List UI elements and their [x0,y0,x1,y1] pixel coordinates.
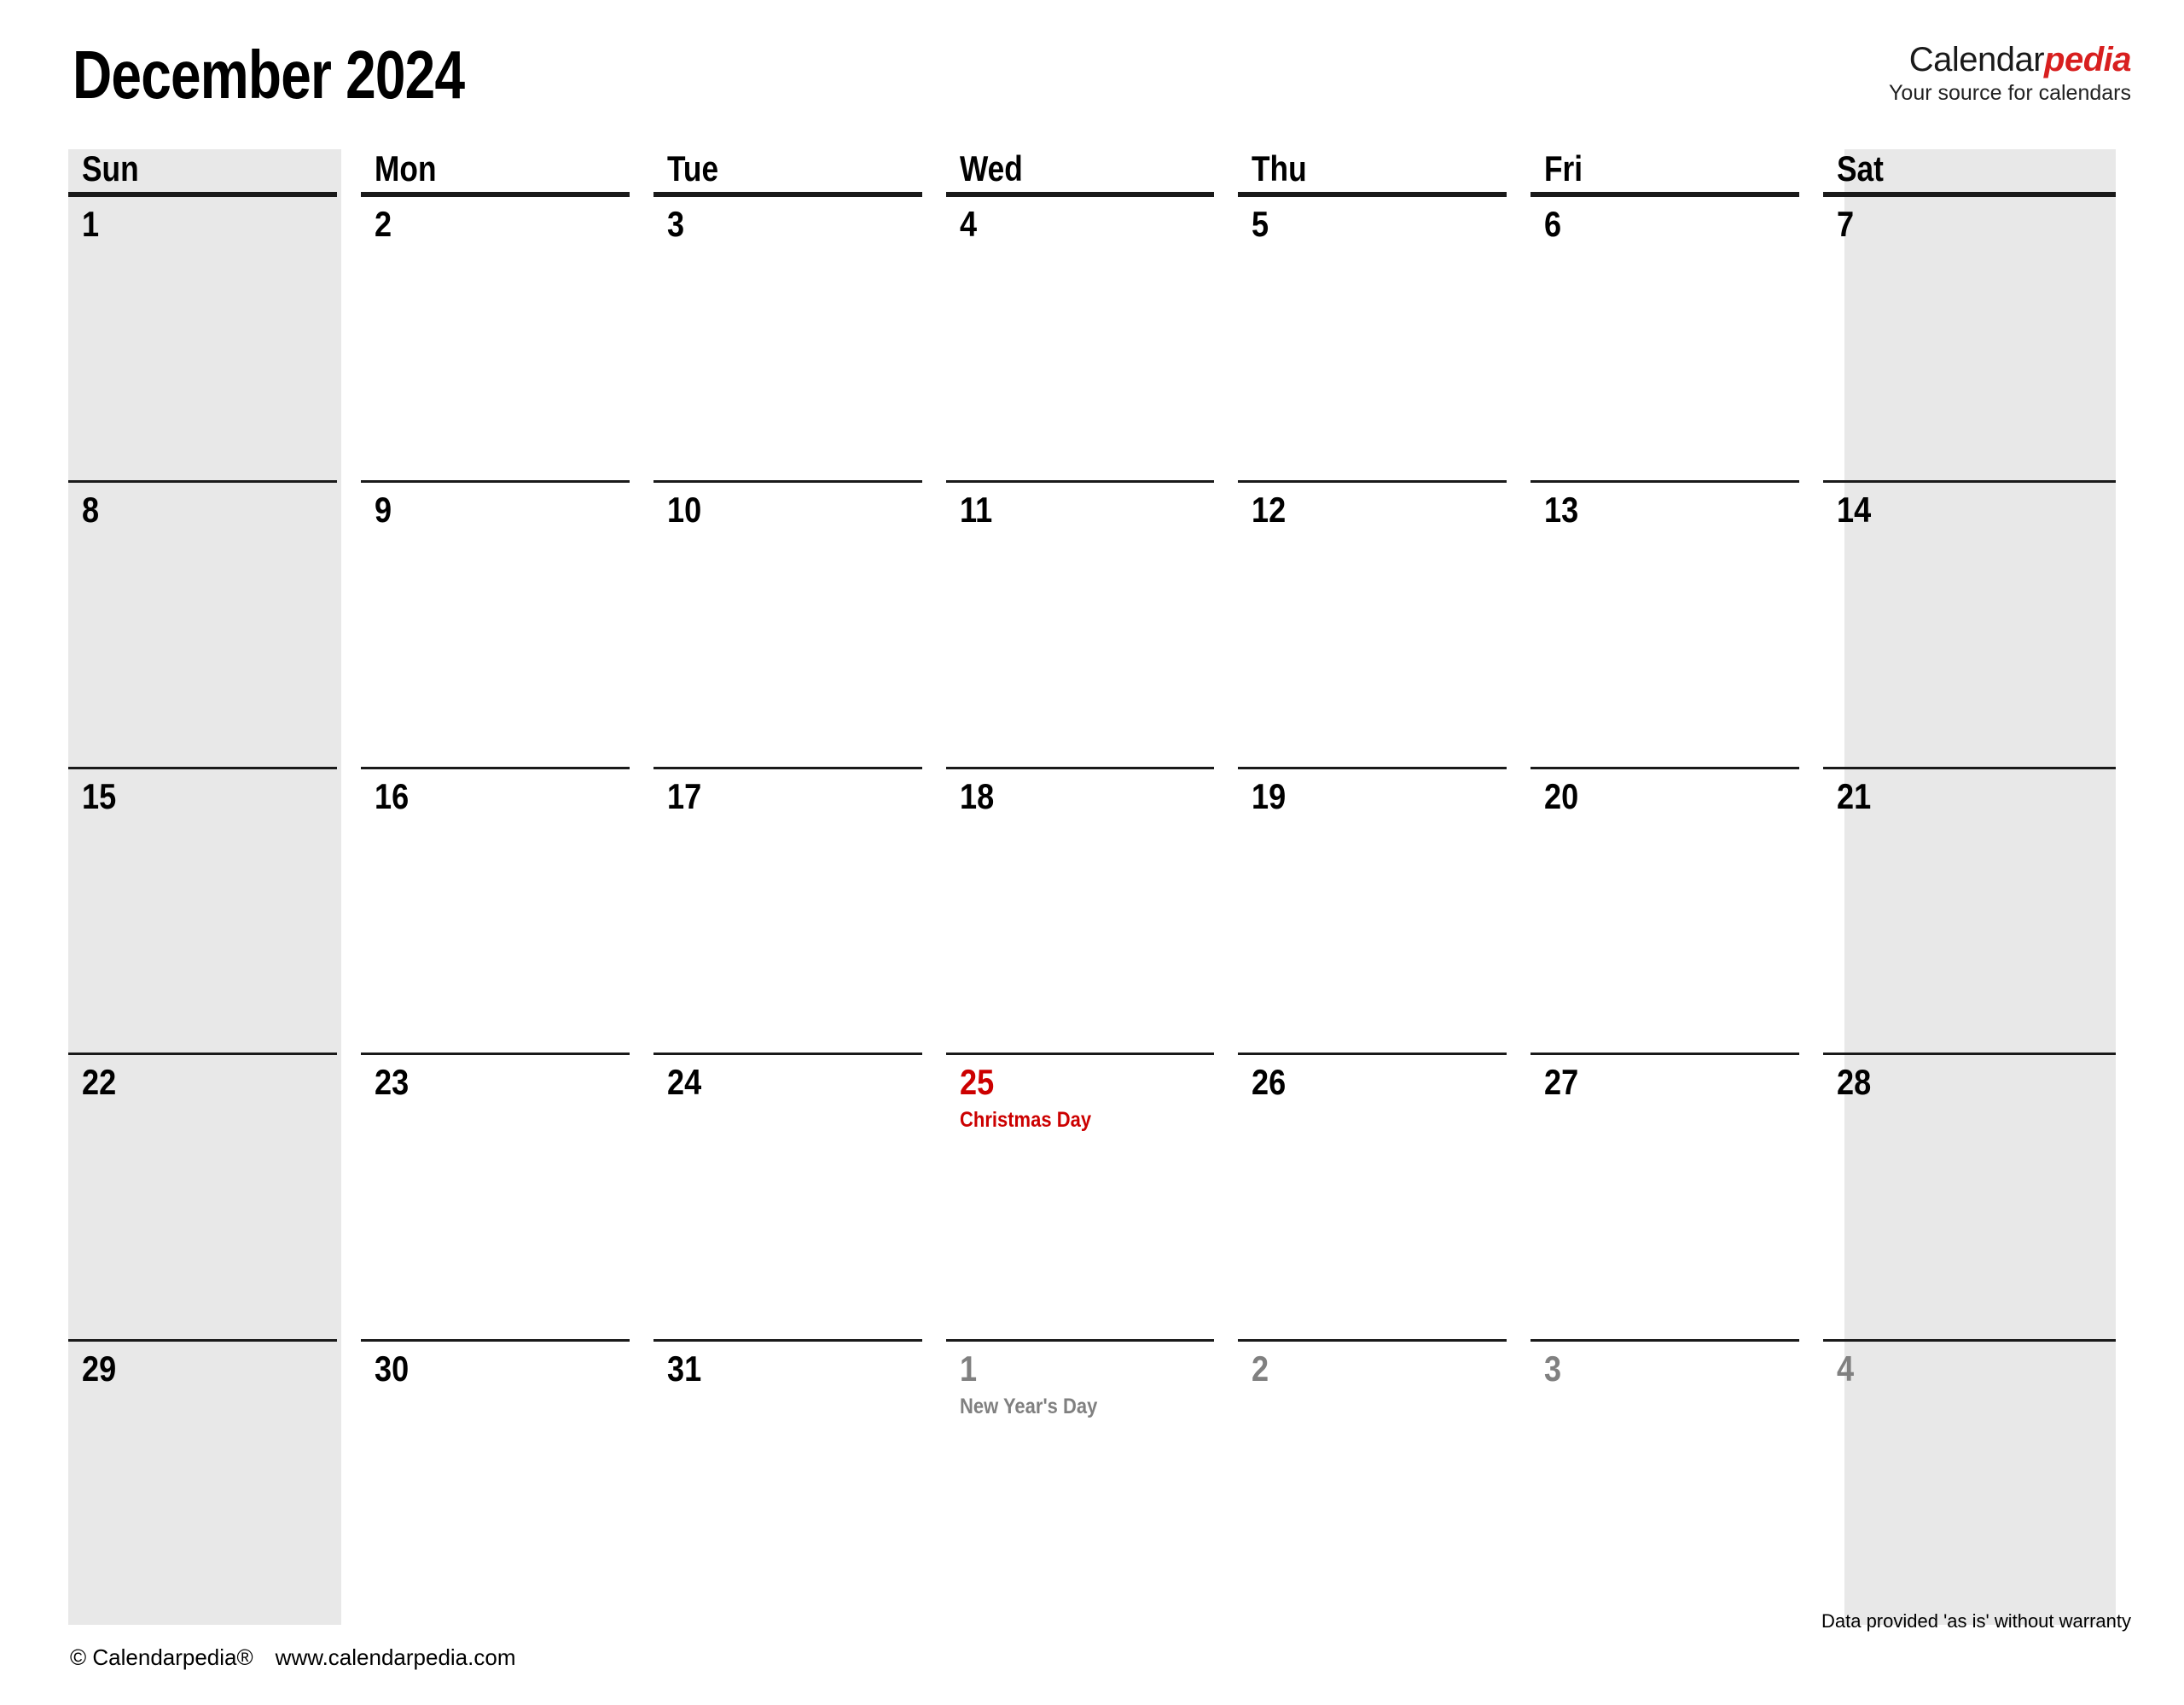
day-cell[interactable]: 10 [653,480,946,766]
day-cell[interactable]: 7 [1823,194,2116,480]
weekday-header-label: Mon [374,148,437,188]
day-cell[interactable]: 19 [1238,766,1531,1053]
day-number: 4 [1837,1348,1855,1389]
weekday-header-wed: Wed [945,148,1239,194]
day-number: 2 [1252,1348,1269,1389]
weekday-header-sun: Sun [68,149,361,194]
page-header: December 2024 Calendarpedia Your source … [0,0,2184,149]
weekday-header-label: Fri [1544,148,1583,188]
day-cell[interactable]: 5 [1238,194,1531,480]
day-number: 30 [374,1348,410,1389]
logo-wordmark: Calendarpedia [1889,41,2132,78]
footer-copyright: © Calendarpedia® [70,1644,253,1670]
weekday-header-thu: Thu [1238,149,1531,194]
day-number: 27 [1544,1062,1579,1103]
day-cell[interactable]: 28 [1823,1053,2116,1338]
day-number: 22 [82,1062,117,1103]
day-number: 28 [1837,1062,1872,1103]
day-cell[interactable]: 13 [1531,480,1823,766]
day-number: 9 [374,490,392,531]
day-cell[interactable]: 16 [360,766,653,1053]
day-cell[interactable]: 6 [1531,194,1823,480]
day-cell[interactable]: 18 [945,766,1239,1053]
day-number: 10 [666,490,701,531]
day-number: 5 [1252,204,1269,244]
day-cell[interactable]: 12 [1238,480,1531,766]
day-cell[interactable]: 30 [360,1338,653,1625]
day-number: 11 [959,490,992,531]
day-cell[interactable]: 25 Christmas Day [945,1053,1239,1338]
logo-word-accent: pedia [2044,41,2131,78]
day-number: 16 [374,775,410,816]
day-number: 25 [959,1062,994,1103]
day-number: 17 [666,775,701,816]
page-footer: © Calendarpedia® www.calendarpedia.com Da… [0,1610,2184,1705]
day-cell[interactable]: 11 [945,480,1239,766]
weekday-header-label: Sun [82,148,139,188]
day-number: 26 [1252,1062,1287,1103]
day-number: 4 [959,204,977,244]
day-number: 21 [1837,775,1872,816]
day-number: 31 [666,1348,701,1389]
day-number: 18 [959,775,994,816]
day-cell[interactable]: 9 [360,480,653,766]
footer-website-link[interactable]: www.calendarpedia.com [276,1644,516,1670]
day-number: 2 [374,204,392,244]
day-number: 15 [82,775,117,816]
footer-credit: © Calendarpedia® www.calendarpedia.com [70,1644,515,1671]
day-cell[interactable]: 4 [1823,1338,2116,1625]
day-cell[interactable]: 8 [68,480,361,766]
day-cell[interactable]: 22 [68,1053,361,1338]
day-event-label: Christmas Day [959,1108,1091,1133]
calendar-grid: Sun Mon Tue Wed Thu Fri Sat 1 2 3 4 5 6 7 8 9 10 11 12 13 14… [68,149,2116,1625]
weekday-header-fri: Fri [1531,149,1823,194]
weekday-header-label: Sat [1837,148,1885,188]
weekday-header-sat: Sat [1823,149,2116,194]
logo-word-primary: Calendar [1908,41,2045,78]
day-number: 1 [959,1348,977,1389]
day-event-label: New Year's Day [959,1394,1097,1418]
day-number: 8 [82,490,100,531]
day-cell[interactable]: 27 [1531,1053,1823,1338]
day-number: 6 [1544,204,1562,244]
day-cell[interactable]: 31 [653,1338,946,1625]
day-cell[interactable]: 1 [68,194,361,480]
logo-tagline: Your source for calendars [1889,81,2131,105]
day-number: 7 [1837,204,1855,244]
weekday-header-tue: Tue [653,149,946,194]
day-cell[interactable]: 15 [68,766,361,1053]
day-number: 3 [1544,1348,1562,1389]
day-cell[interactable]: 21 [1823,766,2116,1053]
day-cell[interactable]: 2 [1238,1338,1531,1625]
day-cell[interactable]: 29 [68,1338,361,1625]
weekday-header-mon: Mon [360,148,653,194]
calendar-grid-container: Sun Mon Tue Wed Thu Fri Sat 1 2 3 4 5 6 7 8 9 10 11 12 13 14… [68,149,2116,1625]
weekday-header-label: Thu [1252,148,1308,188]
day-number: 12 [1252,490,1287,531]
day-cell[interactable]: 3 [653,194,946,480]
day-cell[interactable]: 3 [1531,1338,1823,1625]
day-number: 20 [1544,775,1579,816]
page-title: December 2024 [73,37,465,113]
day-cell[interactable]: 23 [360,1053,653,1338]
day-cell[interactable]: 20 [1531,766,1823,1053]
day-number: 19 [1252,775,1287,816]
day-number: 29 [82,1348,117,1389]
day-number: 13 [1544,490,1579,531]
day-cell[interactable]: 17 [653,766,946,1053]
day-cell[interactable]: 24 [653,1053,946,1338]
day-number: 23 [374,1062,410,1103]
day-cell[interactable]: 4 [945,194,1239,480]
day-number: 1 [82,204,100,244]
day-number: 3 [666,204,684,244]
day-cell[interactable]: 2 [360,194,653,480]
calendarpedia-logo[interactable]: Calendarpedia Your source for calendars [1889,41,2131,106]
weekday-header-label: Tue [666,148,718,188]
day-number: 24 [666,1062,701,1103]
day-number: 14 [1837,490,1872,531]
day-cell[interactable]: 26 [1238,1053,1531,1338]
day-cell[interactable]: 1 New Year's Day [945,1338,1239,1625]
weekday-header-label: Wed [959,148,1023,188]
day-cell[interactable]: 14 [1823,480,2116,766]
